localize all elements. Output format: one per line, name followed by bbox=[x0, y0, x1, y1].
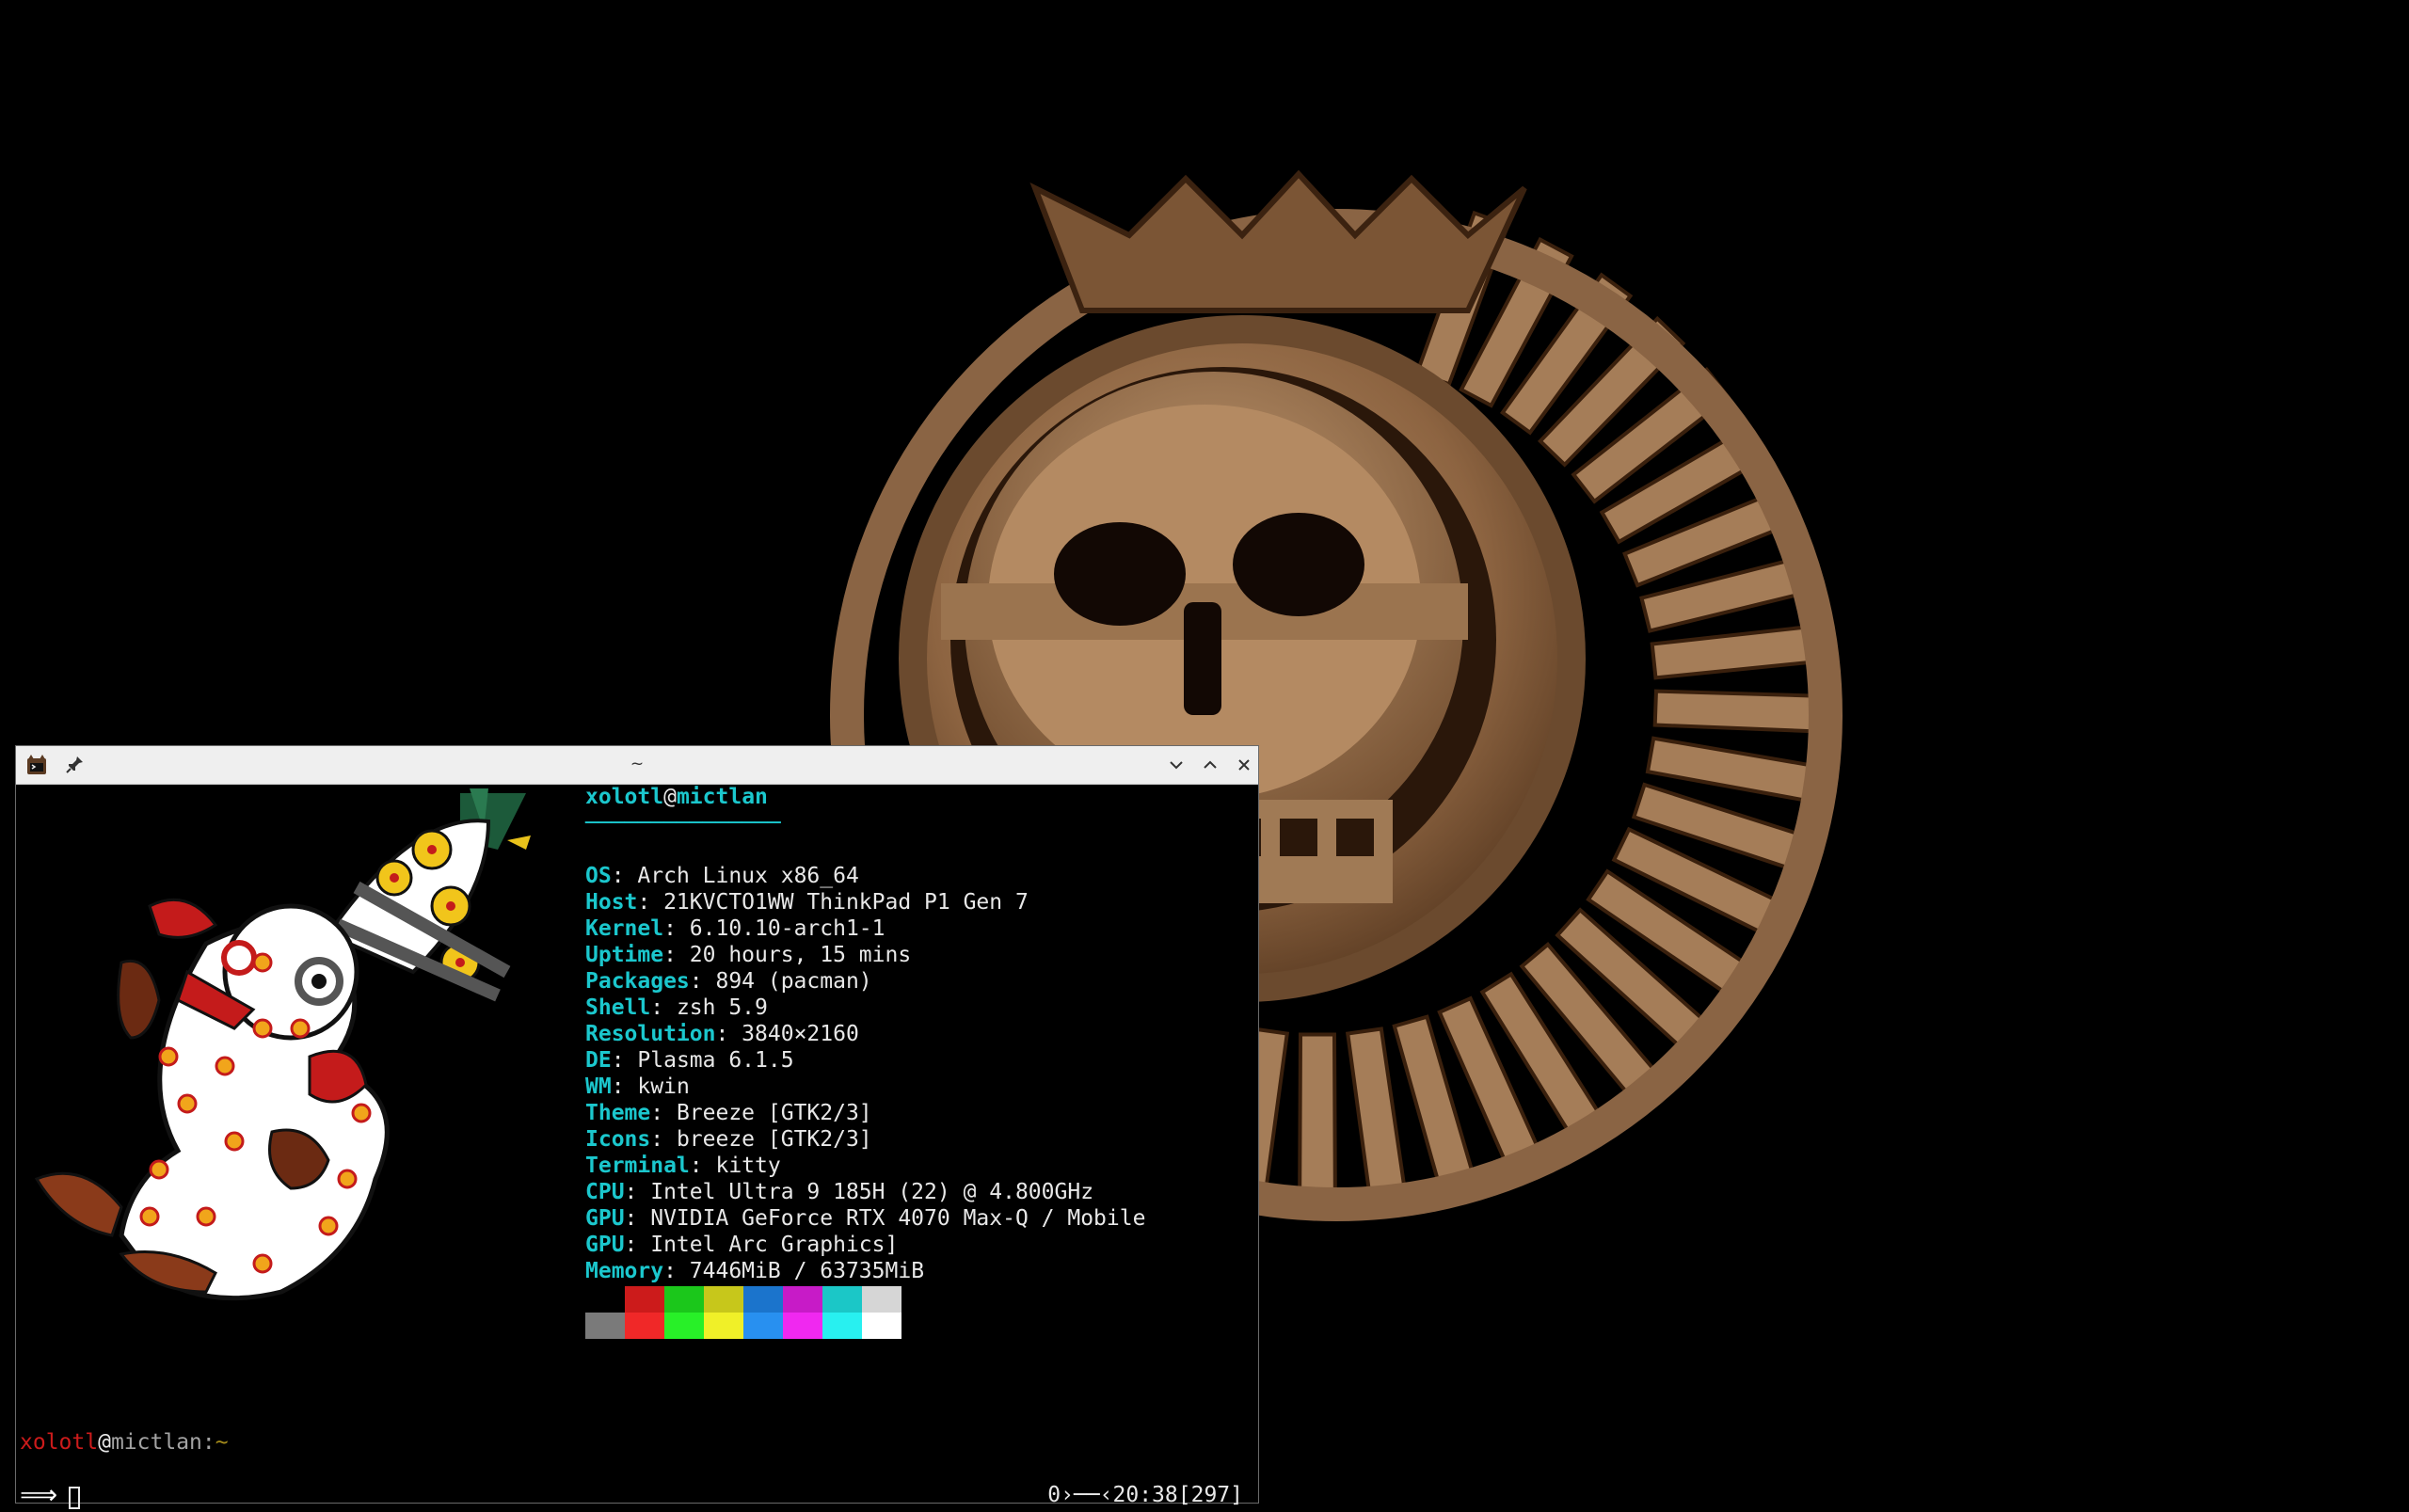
palette-swatch bbox=[743, 1286, 783, 1313]
palette-swatch bbox=[743, 1313, 783, 1339]
info-field-wm: WM: kwin bbox=[585, 1074, 1145, 1100]
user-host-line: xolotl@mictlan bbox=[585, 784, 1145, 810]
info-key: Host bbox=[585, 890, 638, 915]
info-value: : 7446MiB / 63735MiB bbox=[663, 1259, 925, 1283]
palette-swatch bbox=[664, 1313, 704, 1339]
system-info: xolotl@mictlan ─────────────── OS: Arch … bbox=[585, 784, 1145, 1284]
palette-normal-row bbox=[585, 1286, 901, 1313]
info-host: mictlan bbox=[676, 785, 768, 809]
palette-swatch bbox=[625, 1286, 664, 1313]
info-value: : breeze [GTK2/3] bbox=[650, 1127, 872, 1152]
info-field-host: Host: 21KVCTO1WW ThinkPad P1 Gen 7 bbox=[585, 889, 1145, 915]
info-field-uptime: Uptime: 20 hours, 15 mins bbox=[585, 942, 1145, 968]
info-value: : 3840×2160 bbox=[715, 1022, 859, 1046]
info-key: Uptime bbox=[585, 943, 664, 967]
sun-ray bbox=[1652, 689, 1828, 734]
prompt-colon: : bbox=[201, 1430, 215, 1455]
info-key: Icons bbox=[585, 1127, 651, 1152]
palette-swatch bbox=[862, 1286, 901, 1313]
palette-swatch bbox=[822, 1313, 862, 1339]
info-field-kernel: Kernel: 6.10.10-arch1-1 bbox=[585, 915, 1145, 942]
info-key: Kernel bbox=[585, 916, 664, 941]
info-key: GPU bbox=[585, 1206, 625, 1231]
aztec-deity-logo bbox=[34, 788, 531, 1301]
prompt-at: @ bbox=[98, 1430, 111, 1455]
info-value: : Arch Linux x86_64 bbox=[611, 864, 859, 888]
info-value: : Intel Ultra 9 185H (22) @ 4.800GHz bbox=[624, 1180, 1094, 1204]
sun-ray bbox=[1298, 1032, 1337, 1206]
info-key: WM bbox=[585, 1074, 612, 1099]
info-field-cpu: CPU: Intel Ultra 9 185H (22) @ 4.800GHz bbox=[585, 1179, 1145, 1205]
info-field-theme: Theme: Breeze [GTK2/3] bbox=[585, 1100, 1145, 1126]
info-key: DE bbox=[585, 1048, 612, 1073]
info-value: : 21KVCTO1WW ThinkPad P1 Gen 7 bbox=[637, 890, 1029, 915]
info-key: Memory bbox=[585, 1259, 664, 1283]
shell-prompt-line: xolotl@mictlan:~ bbox=[20, 1429, 229, 1456]
chevron-down-icon[interactable] bbox=[1164, 753, 1189, 777]
info-key: Packages bbox=[585, 969, 690, 994]
info-key: OS bbox=[585, 864, 612, 888]
prompt-user: xolotl bbox=[20, 1430, 99, 1455]
info-value: : 6.10.10-arch1-1 bbox=[663, 916, 885, 941]
prompt-host: mictlan bbox=[110, 1430, 202, 1455]
headdress-feathers bbox=[325, 788, 531, 1002]
info-field-terminal: Terminal: kitty bbox=[585, 1153, 1145, 1179]
info-field-resolution: Resolution: 3840×2160 bbox=[585, 1021, 1145, 1047]
chevron-up-icon[interactable] bbox=[1198, 753, 1222, 777]
info-field-gpu: GPU: NVIDIA GeForce RTX 4070 Max-Q / Mob… bbox=[585, 1205, 1145, 1232]
command-input-line[interactable]: ⟹ bbox=[20, 1479, 81, 1510]
info-at: @ bbox=[663, 785, 677, 809]
palette-swatch bbox=[664, 1286, 704, 1313]
palette-swatch bbox=[585, 1286, 625, 1313]
info-key: Shell bbox=[585, 995, 651, 1020]
info-field-gpu: GPU: Intel Arc Graphics] bbox=[585, 1232, 1145, 1258]
info-field-memory: Memory: 7446MiB / 63735MiB bbox=[585, 1258, 1145, 1284]
info-value: : zsh 5.9 bbox=[650, 995, 768, 1020]
info-field-de: DE: Plasma 6.1.5 bbox=[585, 1047, 1145, 1074]
info-value: : kitty bbox=[689, 1154, 781, 1178]
color-palette bbox=[585, 1286, 901, 1339]
info-value: : 20 hours, 15 mins bbox=[663, 943, 912, 967]
info-separator: ─────────────── bbox=[585, 810, 1145, 836]
info-value: : NVIDIA GeForce RTX 4070 Max-Q / Mobile bbox=[624, 1206, 1146, 1231]
prompt-arrow: ⟹ bbox=[20, 1479, 58, 1510]
text-cursor[interactable] bbox=[69, 1486, 81, 1509]
palette-swatch bbox=[704, 1286, 743, 1313]
close-icon[interactable] bbox=[1232, 753, 1256, 777]
right-prompt: 0›──‹20:38[297] bbox=[1047, 1483, 1243, 1507]
palette-swatch bbox=[783, 1313, 822, 1339]
terminal-window: ~ xolotl@mictlan ─────────────── OS: Arc… bbox=[15, 745, 1259, 1510]
info-field-packages: Packages: 894 (pacman) bbox=[585, 968, 1145, 995]
info-field-os: OS: Arch Linux x86_64 bbox=[585, 863, 1145, 889]
palette-swatch bbox=[783, 1286, 822, 1313]
palette-swatch bbox=[704, 1313, 743, 1339]
palette-bright-row bbox=[585, 1313, 901, 1339]
info-field-shell: Shell: zsh 5.9 bbox=[585, 995, 1145, 1021]
info-value: : Intel Arc Graphics] bbox=[624, 1233, 899, 1257]
palette-swatch bbox=[625, 1313, 664, 1339]
separator-line: ─────────────── bbox=[585, 811, 781, 836]
info-value: : Breeze [GTK2/3] bbox=[650, 1101, 872, 1125]
info-key: Theme bbox=[585, 1101, 651, 1125]
window-title: ~ bbox=[630, 755, 645, 773]
info-field-icons: Icons: breeze [GTK2/3] bbox=[585, 1126, 1145, 1153]
palette-swatch bbox=[822, 1286, 862, 1313]
info-key: CPU bbox=[585, 1180, 625, 1204]
info-key: GPU bbox=[585, 1233, 625, 1257]
info-value: : Plasma 6.1.5 bbox=[611, 1048, 794, 1073]
title-bar[interactable]: ~ bbox=[16, 746, 1258, 785]
info-user: xolotl bbox=[585, 785, 664, 809]
terminal-area[interactable]: xolotl@mictlan ─────────────── OS: Arch … bbox=[16, 784, 1258, 1510]
palette-swatch bbox=[862, 1313, 901, 1339]
info-value: : kwin bbox=[611, 1074, 690, 1099]
palette-swatch bbox=[585, 1313, 625, 1339]
prompt-path: ~ bbox=[215, 1430, 229, 1455]
info-value: : 894 (pacman) bbox=[689, 969, 872, 994]
info-key: Resolution bbox=[585, 1022, 716, 1046]
info-key: Terminal bbox=[585, 1154, 690, 1178]
